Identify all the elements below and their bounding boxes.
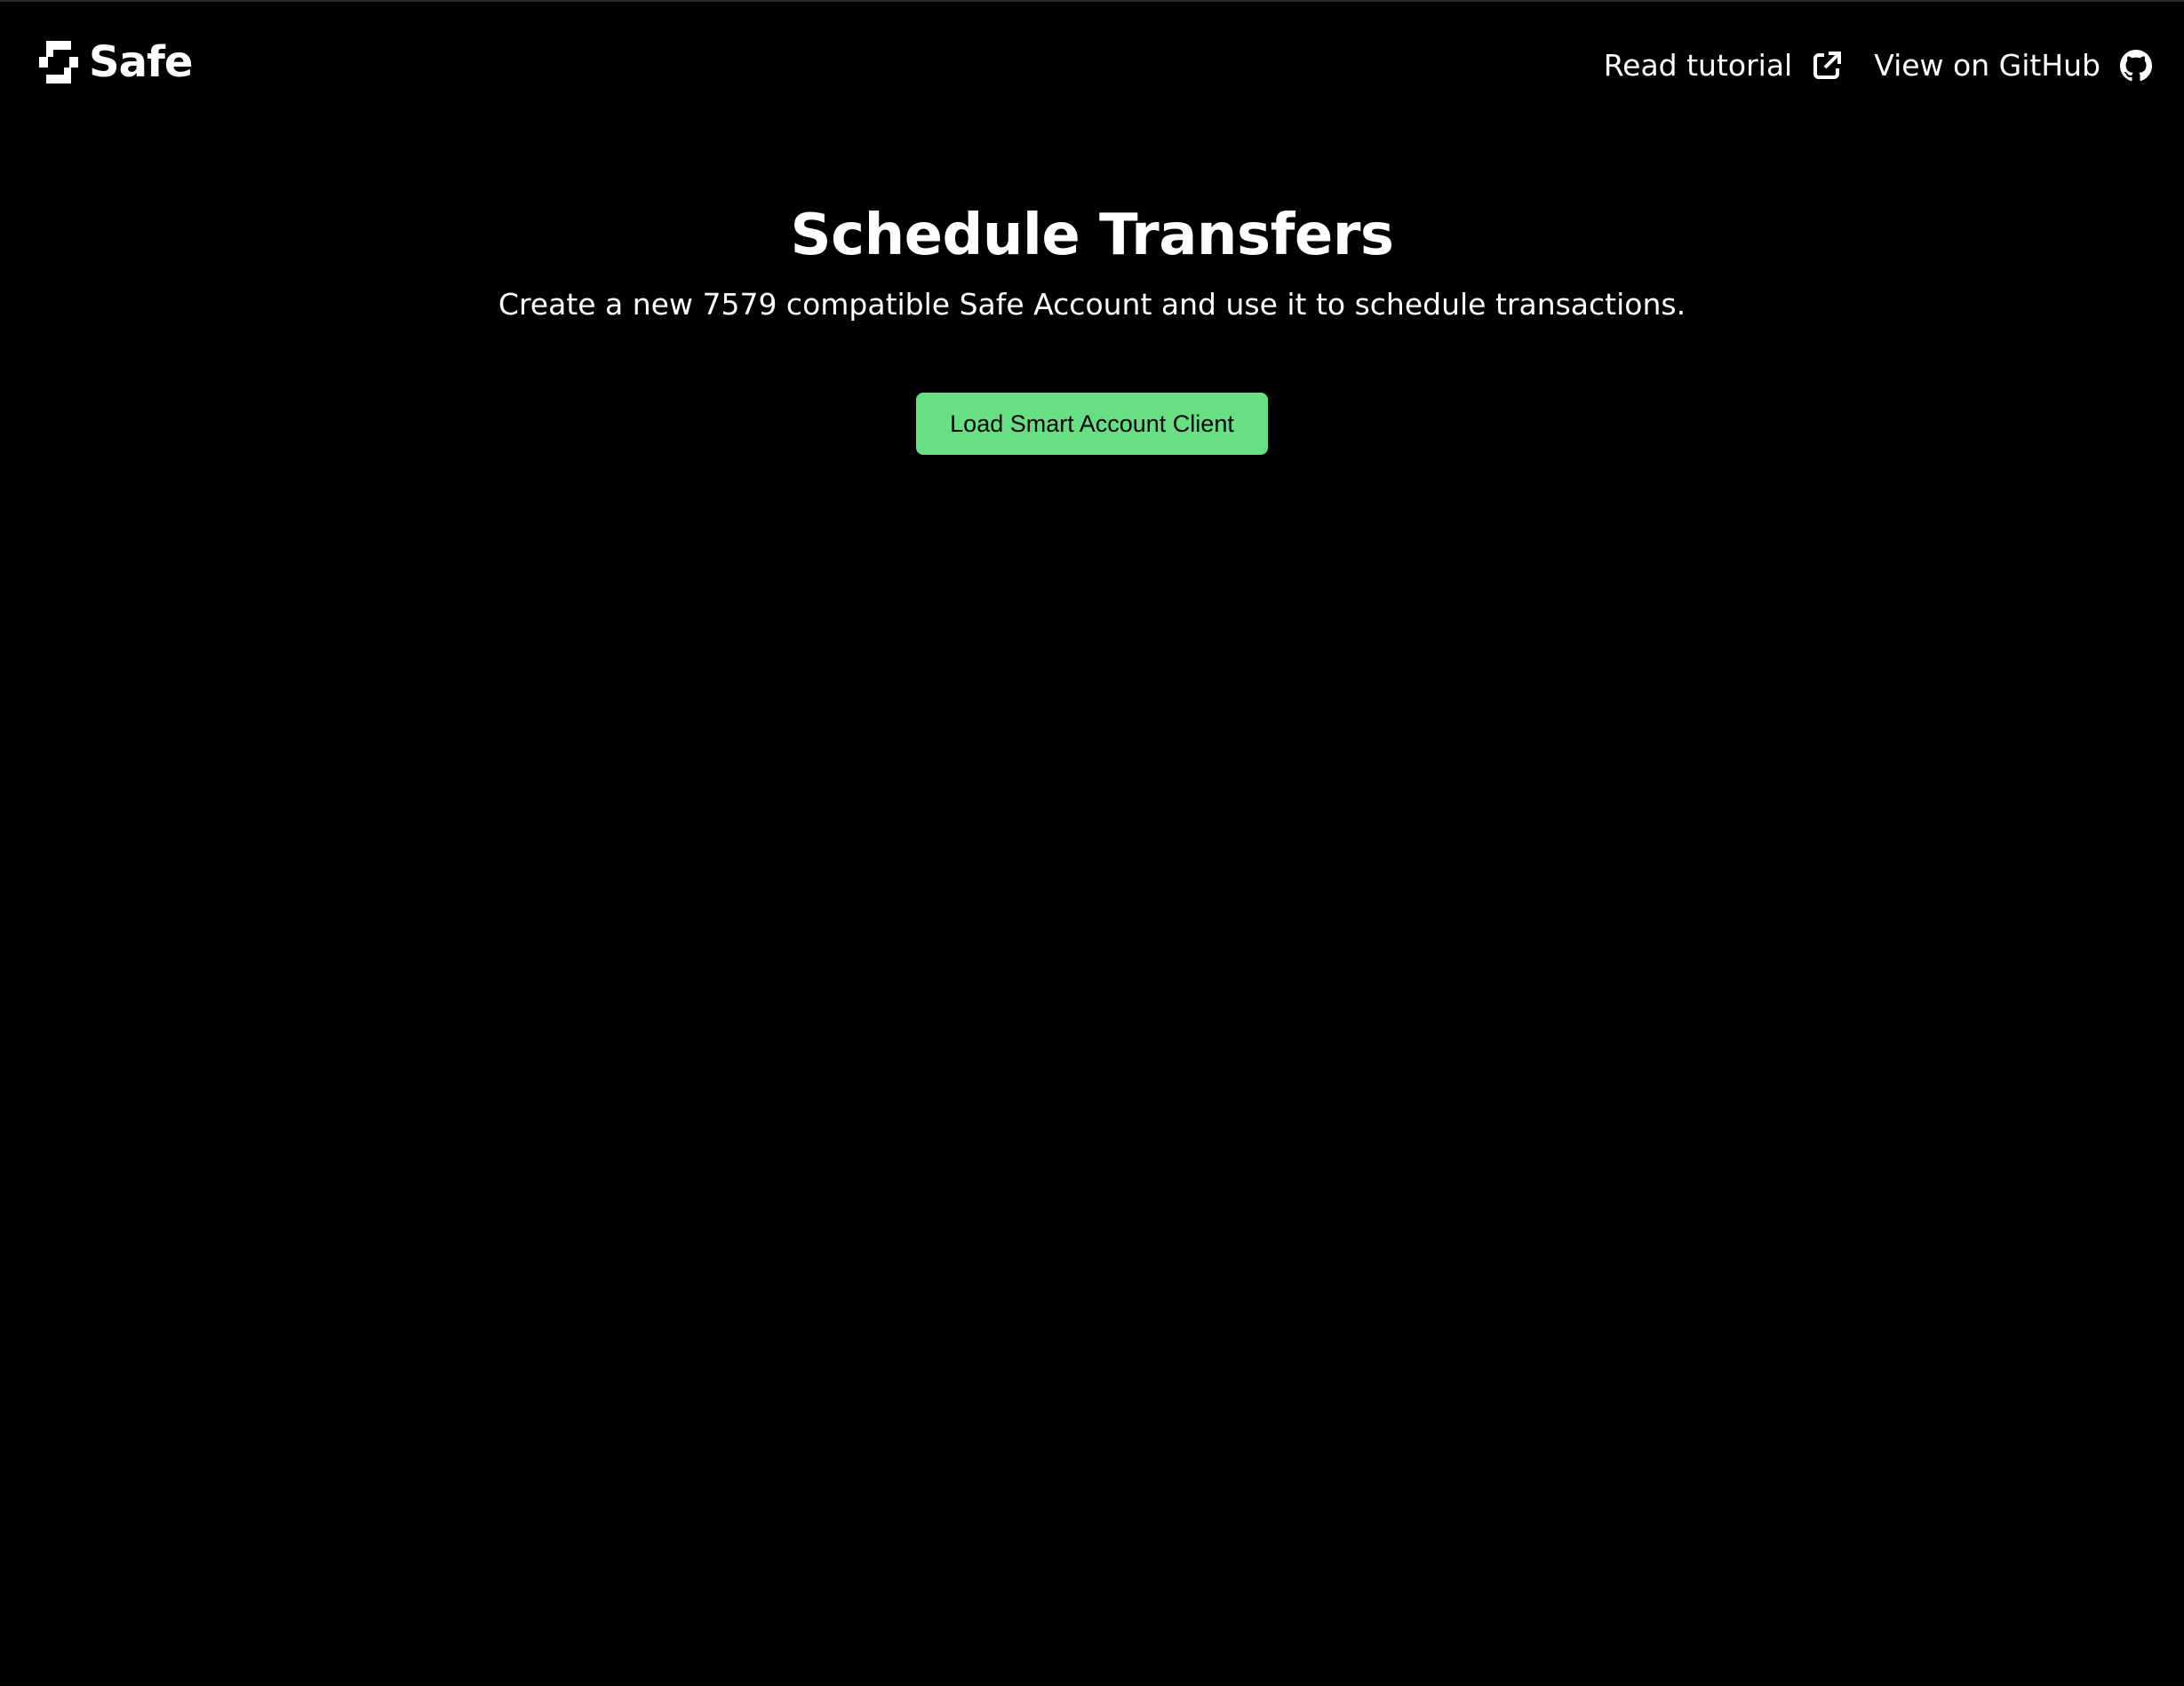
github-icon xyxy=(2120,50,2152,82)
navbar: Safe Read tutorial View on GitHub xyxy=(0,0,2184,124)
external-link-icon xyxy=(1812,51,1842,81)
read-tutorial-link[interactable]: Read tutorial xyxy=(1604,43,1843,89)
safe-logo-link[interactable]: Safe xyxy=(37,37,193,87)
brand-name: Safe xyxy=(89,37,193,87)
view-on-github-label: View on GitHub xyxy=(1874,48,2100,83)
page-subtitle: Create a new 7579 compatible Safe Accoun… xyxy=(498,287,1686,322)
page-title: Schedule Transfers xyxy=(790,203,1394,268)
view-on-github-link[interactable]: View on GitHub xyxy=(1874,43,2152,89)
hero-section: Schedule Transfers Create a new 7579 com… xyxy=(0,195,2184,325)
header-links: Read tutorial View on GitHub xyxy=(1604,43,2152,89)
read-tutorial-label: Read tutorial xyxy=(1603,48,1793,83)
safe-logo-icon xyxy=(37,39,80,85)
load-smart-account-client-button[interactable]: Load Smart Account Client xyxy=(916,393,1268,455)
